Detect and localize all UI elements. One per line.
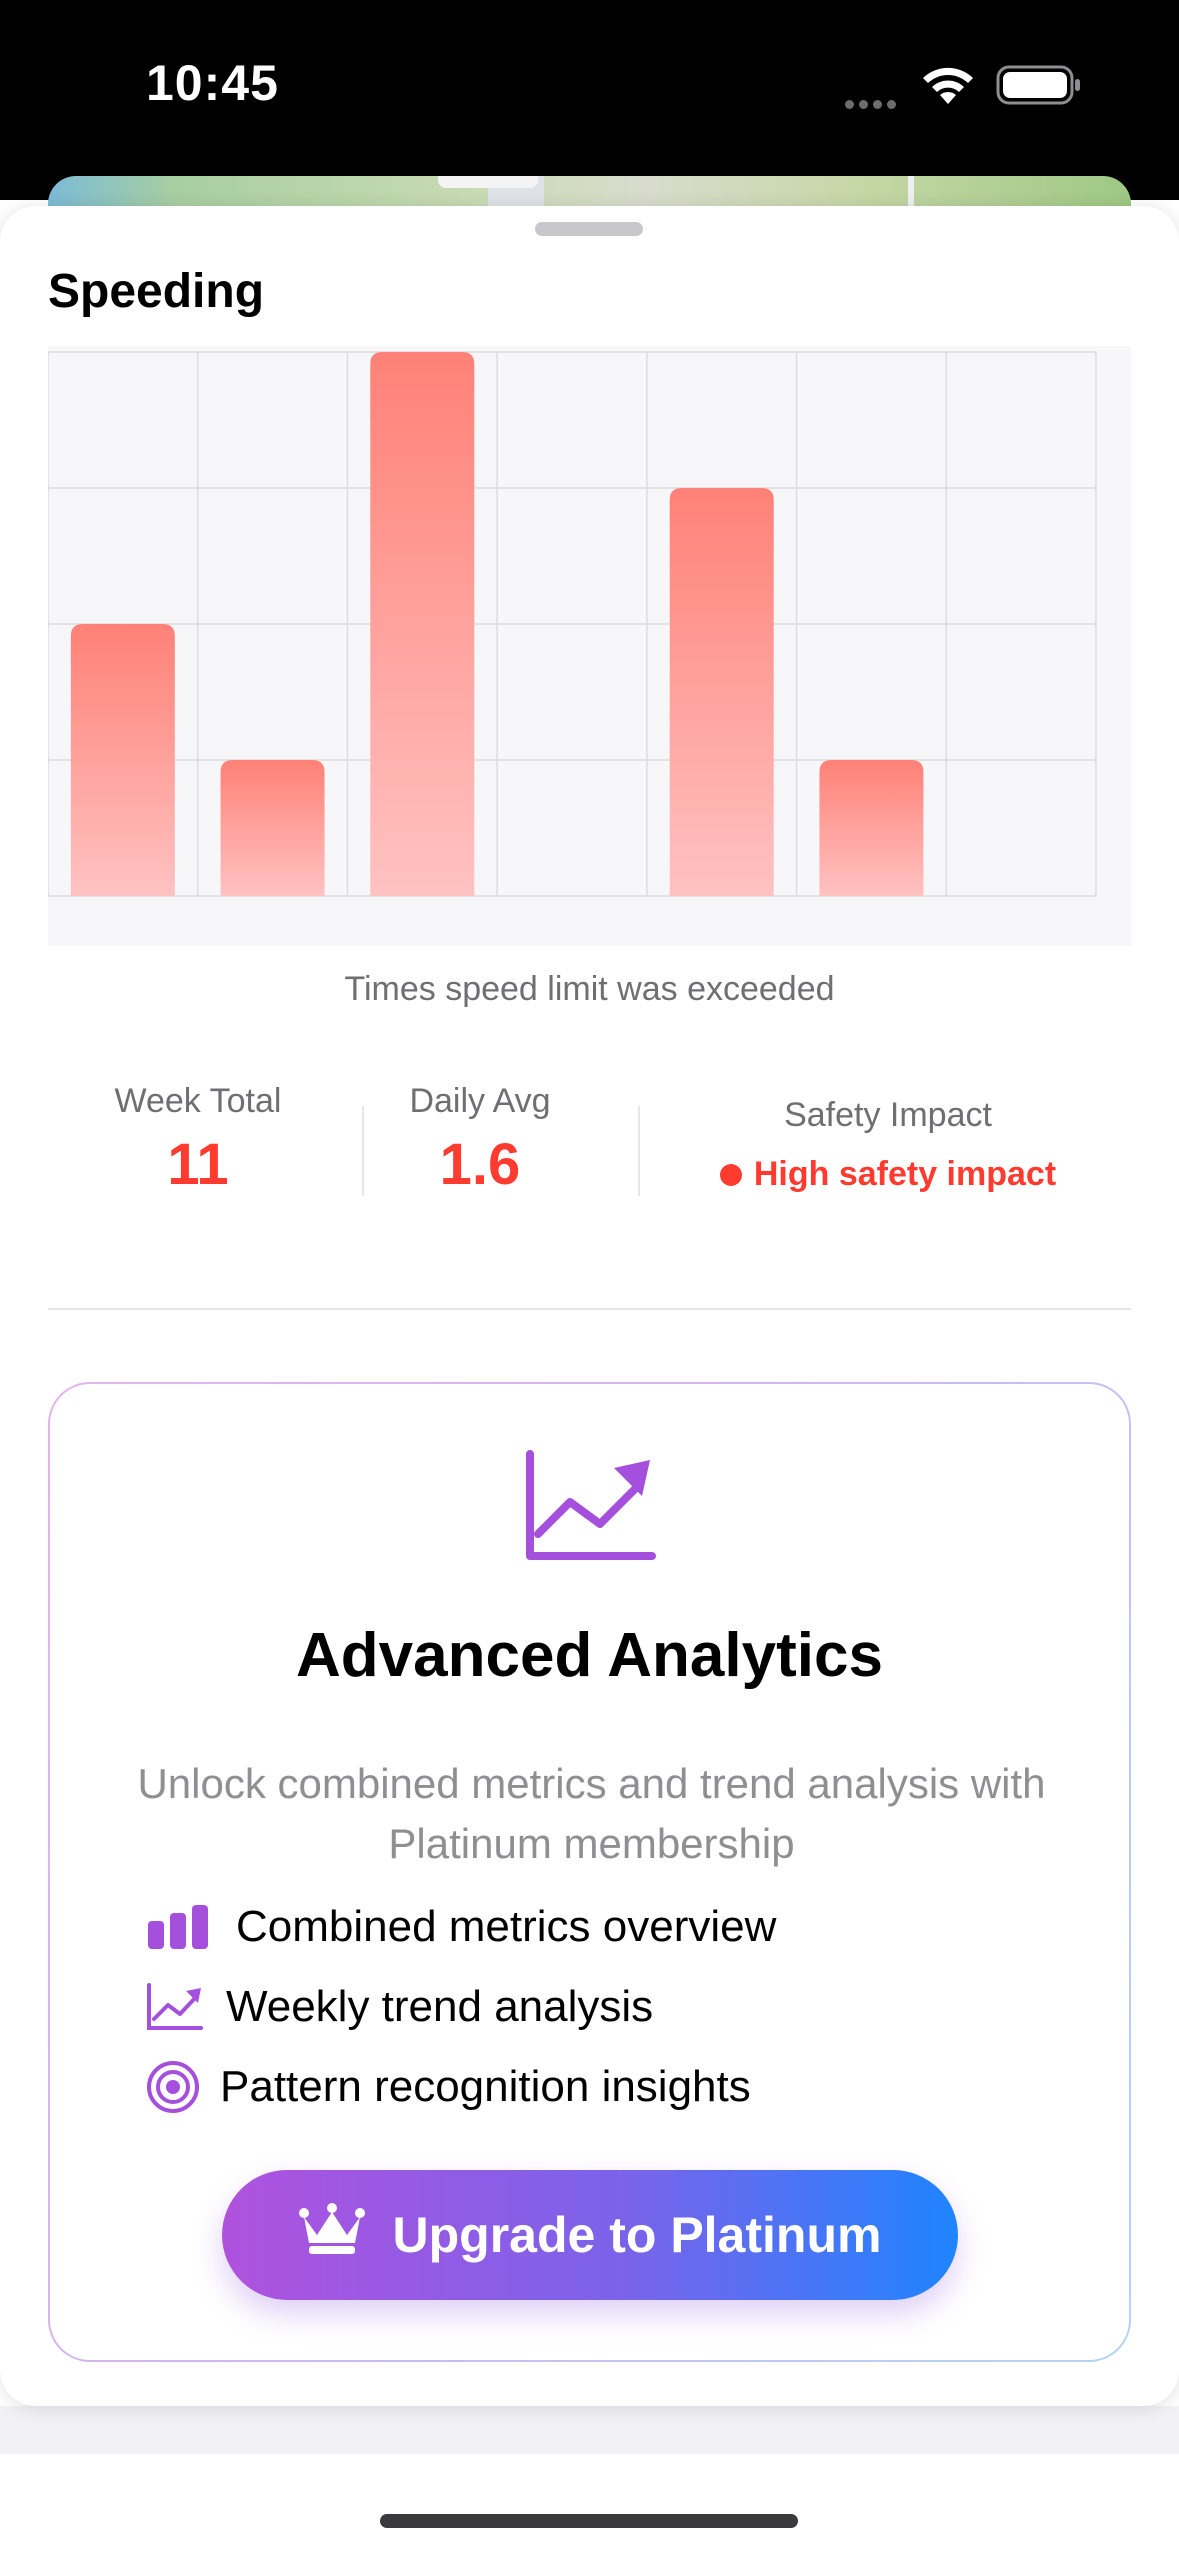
daily-avg-label: Daily Avg [409, 1082, 551, 1120]
stat-safety-impact: Safety Impact High safety impact [668, 1096, 1108, 1194]
chart-bar [220, 760, 325, 896]
feature-item: Combined metrics overview [146, 1902, 776, 1952]
stats-row: Week Total 11 Daily Avg 1.6 Safety Impac… [48, 1076, 1131, 1226]
target-icon [146, 2060, 218, 2114]
stat-week-total: Week Total 11 [48, 1082, 348, 1198]
chart-bar [819, 760, 924, 896]
battery-icon [996, 64, 1082, 111]
feature-item: Pattern recognition insights [146, 2060, 751, 2114]
status-time: 10:45 [146, 55, 279, 111]
bar-chart-icon [146, 1903, 218, 1951]
promo-subtitle: Unlock combined metrics and trend analys… [137, 1760, 1046, 1867]
stat-daily-avg: Daily Avg 1.6 [360, 1082, 600, 1198]
chart-svg [48, 346, 1131, 946]
wifi-icon [920, 64, 976, 111]
week-total-label: Week Total [114, 1082, 282, 1120]
status-bar: 10:45 [0, 0, 1179, 200]
advanced-analytics-card: Advanced Analytics Unlock combined metri… [48, 1382, 1131, 2362]
chart-bar [370, 352, 475, 896]
home-indicator[interactable] [380, 2514, 798, 2528]
speeding-chart [48, 346, 1131, 946]
section-title: Speeding [48, 265, 265, 318]
upgrade-to-platinum-button[interactable]: Upgrade to Platinum [222, 2170, 958, 2300]
crown-icon [298, 2203, 365, 2267]
daily-avg-value: 1.6 [439, 1132, 521, 1197]
safety-impact-label: Safety Impact [784, 1096, 992, 1134]
safety-impact-text: High safety impact [753, 1155, 1057, 1193]
feature-label: Weekly trend analysis [226, 1982, 654, 2031]
promo-title: Advanced Analytics [296, 1621, 883, 1690]
trend-line-icon [146, 1983, 218, 2031]
section-divider [48, 1308, 1131, 1310]
trend-chart-icon [524, 1450, 656, 1567]
bottom-sheet: Speeding Times speed limit was exceeded … [0, 206, 1179, 2406]
stat-divider [638, 1106, 640, 1196]
status-dot-icon [719, 1163, 742, 1186]
chart-background [48, 346, 1131, 946]
feature-item: Weekly trend analysis [146, 1982, 653, 2032]
sheet-bottom-band [0, 2406, 1179, 2454]
safety-impact-value: High safety impact [668, 1155, 1108, 1194]
feature-label: Pattern recognition insights [220, 2062, 751, 2111]
chart-bar [669, 488, 774, 896]
cellular-dots-icon [845, 96, 901, 114]
sheet-grabber[interactable] [535, 222, 643, 236]
chart-bar [70, 624, 175, 896]
chart-caption: Times speed limit was exceeded [344, 970, 835, 1008]
week-total-value: 11 [167, 1132, 229, 1197]
feature-label: Combined metrics overview [236, 1902, 777, 1951]
upgrade-button-label: Upgrade to Platinum [392, 2207, 882, 2263]
